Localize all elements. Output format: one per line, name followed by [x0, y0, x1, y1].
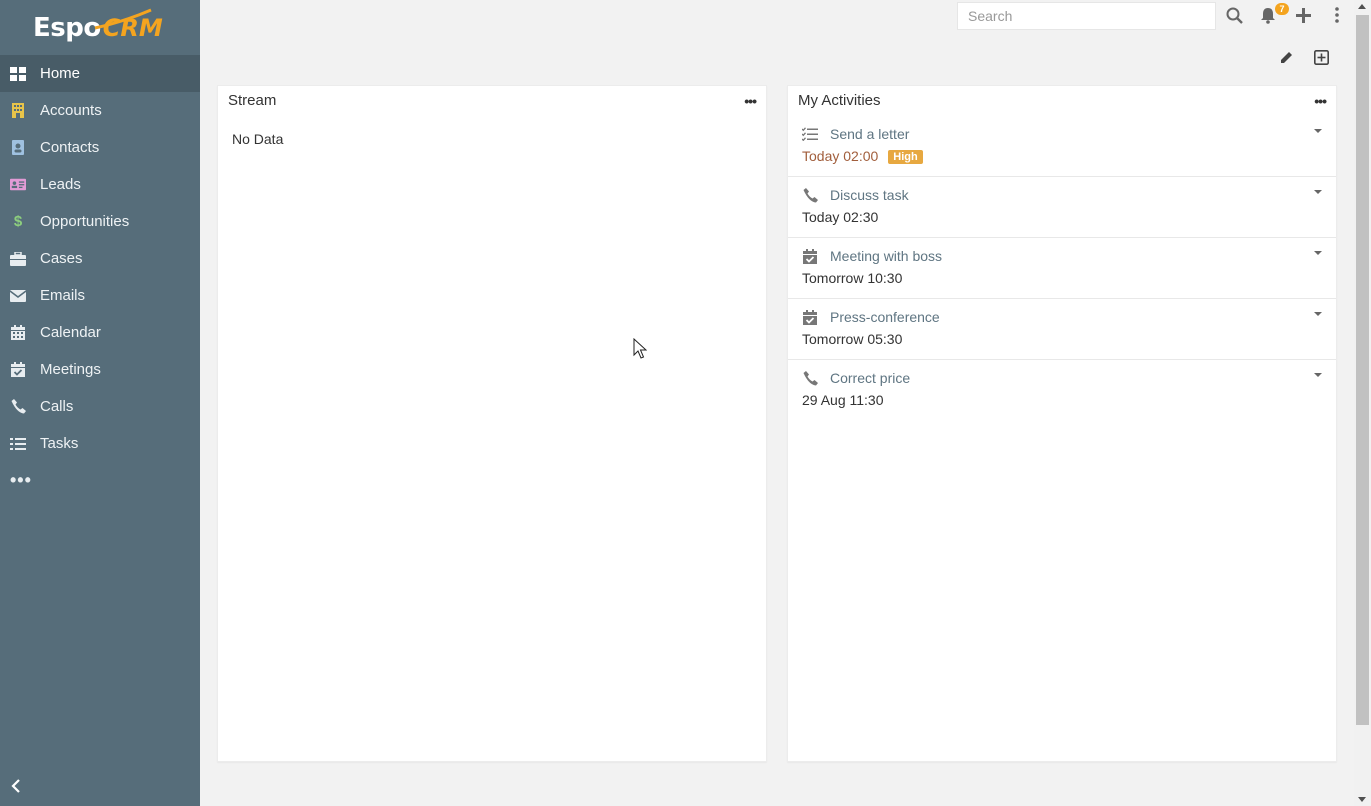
contact-card-icon	[10, 140, 26, 156]
search-button[interactable]	[1224, 5, 1244, 25]
sidebar-item-meetings[interactable]: Meetings	[0, 351, 200, 388]
more-dots-icon: •••	[10, 470, 32, 490]
scroll-thumb[interactable]	[1356, 15, 1369, 725]
sidebar: Espo CRM Home Accounts Contacts Leads $ …	[0, 0, 200, 806]
pencil-icon	[1280, 51, 1292, 63]
bell-icon	[1261, 7, 1275, 24]
activity-name-link[interactable]: Meeting with boss	[830, 248, 942, 264]
stream-menu-button[interactable]: •••	[744, 93, 757, 109]
row-actions-dropdown[interactable]	[1314, 129, 1322, 133]
sidebar-item-leads[interactable]: Leads	[0, 166, 200, 203]
calendar-check-icon	[10, 362, 26, 378]
calendar-icon	[10, 325, 26, 341]
list-item: Press-conference Tomorrow 05:30	[788, 299, 1336, 360]
sidebar-item-label: Contacts	[40, 139, 100, 156]
sidebar-item-contacts[interactable]: Contacts	[0, 129, 200, 166]
calendar-check-icon	[802, 248, 818, 264]
activity-name-link[interactable]: Discuss task	[830, 187, 909, 203]
row-actions-dropdown[interactable]	[1314, 190, 1322, 194]
priority-badge: High	[888, 150, 923, 164]
row-actions-dropdown[interactable]	[1314, 251, 1322, 255]
sidebar-item-label: Leads	[40, 176, 81, 193]
activities-list: Send a letter Today 02:00 High Discuss ta…	[788, 116, 1336, 421]
row-actions-dropdown[interactable]	[1314, 373, 1322, 377]
logo-text-crm: CRM	[94, 8, 163, 42]
envelope-icon	[10, 288, 26, 304]
sidebar-item-emails[interactable]: Emails	[0, 277, 200, 314]
sidebar-item-label: Calendar	[40, 324, 101, 341]
building-icon	[10, 103, 26, 119]
sidebar-more-button[interactable]: •••	[0, 462, 200, 499]
activity-date: Today 02:00 High	[802, 148, 923, 164]
activity-date: Today 02:30	[802, 209, 879, 225]
sidebar-item-label: Opportunities	[40, 213, 130, 230]
scroll-up-arrow-icon[interactable]	[1358, 4, 1366, 9]
id-card-icon	[10, 177, 26, 193]
sidebar-item-opportunities[interactable]: $ Opportunities	[0, 203, 200, 240]
sidebar-item-label: Accounts	[40, 102, 102, 119]
tasks-icon	[802, 126, 818, 142]
activity-name-link[interactable]: Send a letter	[830, 126, 909, 142]
page-scrollbar[interactable]	[1354, 0, 1371, 806]
stream-title: Stream	[228, 92, 277, 109]
plus-icon	[1295, 7, 1311, 23]
sidebar-item-label: Home	[40, 65, 81, 82]
logo-swoosh-icon	[94, 8, 152, 29]
briefcase-icon	[10, 251, 26, 267]
sidebar-item-calls[interactable]: Calls	[0, 388, 200, 425]
row-actions-dropdown[interactable]	[1314, 312, 1322, 316]
dollar-icon: $	[13, 213, 23, 230]
sidebar-item-label: Cases	[40, 250, 83, 267]
sidebar-item-tasks[interactable]: Tasks	[0, 425, 200, 462]
search-icon	[1226, 7, 1243, 24]
app-logo[interactable]: Espo CRM	[0, 0, 200, 55]
edit-dashboard-button[interactable]	[1276, 47, 1296, 67]
tasks-icon	[10, 436, 26, 452]
stream-dashlet: Stream ••• No Data	[217, 85, 767, 762]
sidebar-item-label: Tasks	[40, 435, 79, 452]
grid-icon	[10, 66, 26, 82]
activity-name-link[interactable]: Press-conference	[830, 309, 940, 325]
add-dashlet-button[interactable]	[1311, 47, 1331, 67]
notification-count-badge: 7	[1275, 3, 1289, 15]
sidebar-collapse-button[interactable]	[10, 777, 22, 798]
list-item: Correct price 29 Aug 11:30	[788, 360, 1336, 421]
activity-name-link[interactable]: Correct price	[830, 370, 910, 386]
list-item: Discuss task Today 02:30	[788, 177, 1336, 238]
sidebar-nav: Home Accounts Contacts Leads $ Opportuni…	[0, 55, 200, 499]
menu-button[interactable]	[1327, 5, 1347, 25]
scroll-down-arrow-icon[interactable]	[1358, 797, 1366, 802]
sidebar-item-accounts[interactable]: Accounts	[0, 92, 200, 129]
more-dots-icon: •••	[1314, 93, 1327, 109]
logo-text-espo: Espo	[33, 12, 101, 43]
activity-date-text: Today 02:00	[802, 148, 879, 164]
vertical-dots-icon	[1335, 7, 1339, 23]
activities-menu-button[interactable]: •••	[1314, 93, 1327, 109]
sidebar-item-label: Emails	[40, 287, 86, 304]
quick-create-button[interactable]	[1293, 5, 1313, 25]
phone-icon	[802, 187, 818, 203]
plus-square-icon	[1313, 49, 1329, 65]
calendar-check-icon	[802, 309, 818, 325]
sidebar-item-home[interactable]: Home	[0, 55, 200, 92]
search-input[interactable]	[957, 2, 1216, 30]
activity-date: Tomorrow 10:30	[802, 270, 903, 286]
activity-date: Tomorrow 05:30	[802, 331, 903, 347]
sidebar-item-cases[interactable]: Cases	[0, 240, 200, 277]
chevron-left-icon	[11, 779, 20, 793]
phone-icon	[802, 370, 818, 386]
mouse-cursor-icon	[633, 338, 647, 359]
phone-icon	[10, 399, 26, 415]
sidebar-item-calendar[interactable]: Calendar	[0, 314, 200, 351]
activity-date: 29 Aug 11:30	[802, 392, 884, 408]
list-item: Send a letter Today 02:00 High	[788, 116, 1336, 177]
stream-empty-text: No Data	[232, 131, 284, 147]
activities-title: My Activities	[798, 92, 881, 109]
activities-dashlet: My Activities ••• Send a letter Today 02…	[787, 85, 1337, 762]
more-dots-icon: •••	[744, 93, 757, 109]
sidebar-item-label: Meetings	[40, 361, 101, 378]
sidebar-item-label: Calls	[40, 398, 74, 415]
list-item: Meeting with boss Tomorrow 10:30	[788, 238, 1336, 299]
